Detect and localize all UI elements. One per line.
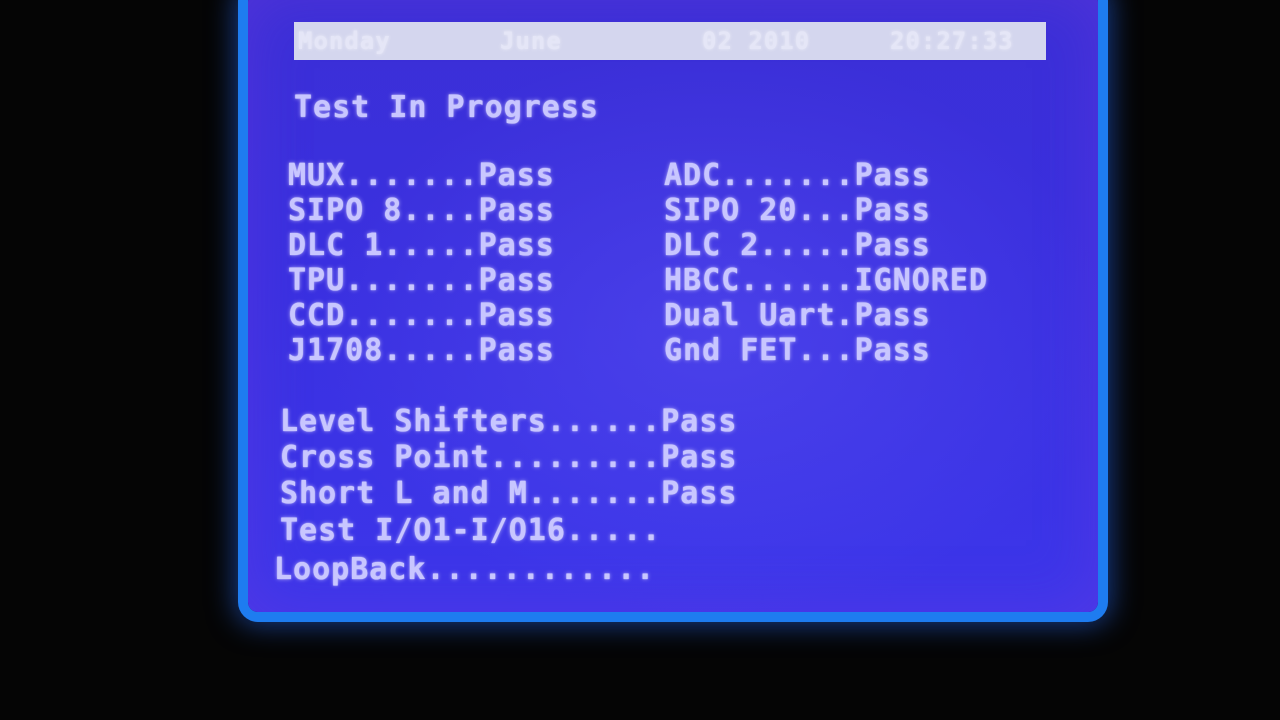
test-result-gnd-fet: Gnd FET...Pass (664, 333, 931, 368)
test-result-cross-point: Cross Point.........Pass (280, 440, 738, 475)
crt-screen: Monday June 02 2010 20:27:33 Test In Pro… (248, 0, 1098, 612)
test-result-dlc-1: DLC 1.....Pass (288, 228, 555, 263)
test-result-loopback: LoopBack............ (274, 552, 656, 587)
status-bar: Monday June 02 2010 20:27:33 (294, 22, 1046, 60)
test-result-adc: ADC.......Pass (664, 158, 931, 193)
test-result-short-l-and-m: Short L and M.......Pass (280, 476, 738, 511)
status-day: Monday (298, 27, 391, 55)
status-time: 20:27:33 (890, 27, 1014, 55)
test-result-ccd: CCD.......Pass (288, 298, 555, 333)
test-result-hbcc: HBCC......IGNORED (664, 263, 989, 298)
test-result-io1-io16: Test I/O1-I/O16..... (280, 513, 662, 548)
test-result-dlc-2: DLC 2.....Pass (664, 228, 931, 263)
page-title: Test In Progress (294, 90, 599, 125)
test-result-level-shifters: Level Shifters......Pass (280, 404, 738, 439)
test-result-mux: MUX.......Pass (288, 158, 555, 193)
test-result-tpu: TPU.......Pass (288, 263, 555, 298)
test-result-sipo-20: SIPO 20...Pass (664, 193, 931, 228)
status-month: June (500, 27, 562, 55)
test-result-j1708: J1708.....Pass (288, 333, 555, 368)
status-date: 02 2010 (702, 27, 811, 55)
test-result-sipo-8: SIPO 8....Pass (288, 193, 555, 228)
test-result-dual-uart: Dual Uart.Pass (664, 298, 931, 333)
